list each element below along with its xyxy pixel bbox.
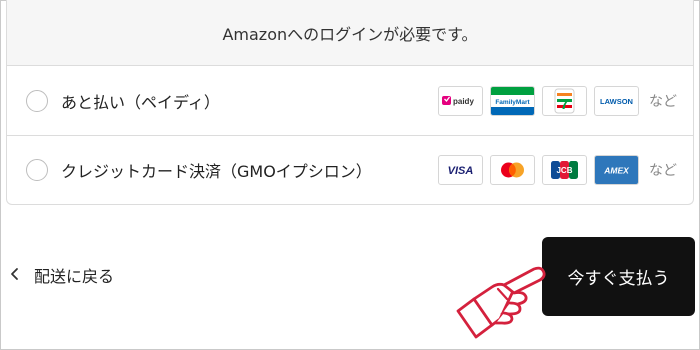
paidy-logo-text: paidy [453, 97, 474, 106]
more-text: など [649, 93, 677, 110]
amex-logo: AMEX [594, 155, 639, 185]
login-required-text: Amazonへのログインが必要です。 [222, 24, 478, 44]
credit-card-logos: VISA JCB AMEX など [438, 155, 677, 185]
pay-now-label: 今すぐ支払う [567, 269, 670, 289]
radio-credit-card[interactable] [26, 159, 48, 181]
paidy-logo: paidy [438, 85, 483, 116]
pointing-hand-icon [452, 263, 552, 350]
familymart-logo: FamilyMart [490, 85, 535, 116]
lawson-logo-text: LAWSON [600, 97, 633, 106]
seven-eleven-logo-text: 7 [560, 96, 568, 113]
payment-option-paidy[interactable]: あと払い（ペイディ） paidy FamilyMart 7 LAWSON など [7, 66, 693, 135]
payment-option-credit-card[interactable]: クレジットカード決済（GMOイプシロン） VISA JCB AMEX など [7, 135, 693, 204]
back-to-shipping-label: 配送に戻る [34, 267, 115, 286]
jcb-logo: JCB [542, 155, 587, 185]
more-text: など [649, 163, 677, 179]
chevron-left-icon [10, 266, 20, 285]
option-label-credit-card: クレジットカード決済（GMOイプシロン） [61, 162, 372, 181]
seven-eleven-logo: 7 [542, 85, 587, 116]
login-required-notice: Amazonへのログインが必要です。 [7, 0, 693, 66]
visa-logo: VISA [438, 155, 483, 185]
option-label-paidy: あと払い（ペイディ） [61, 92, 220, 112]
lawson-logo: LAWSON [594, 85, 639, 116]
payment-panel: Amazonへのログインが必要です。 あと払い（ペイディ） paidy Fami… [6, 0, 694, 205]
paidy-logos: paidy FamilyMart 7 LAWSON など [438, 85, 677, 116]
visa-logo-text: VISA [448, 165, 474, 177]
familymart-logo-text: FamilyMart [495, 99, 530, 106]
pay-now-button[interactable]: 今すぐ支払う [542, 237, 695, 316]
jcb-logo-text: JCB [556, 166, 572, 175]
back-to-shipping-link[interactable]: 配送に戻る [10, 263, 114, 287]
mastercard-logo [490, 155, 535, 185]
radio-paidy[interactable] [26, 89, 48, 112]
amex-logo-text: AMEX [603, 166, 630, 176]
